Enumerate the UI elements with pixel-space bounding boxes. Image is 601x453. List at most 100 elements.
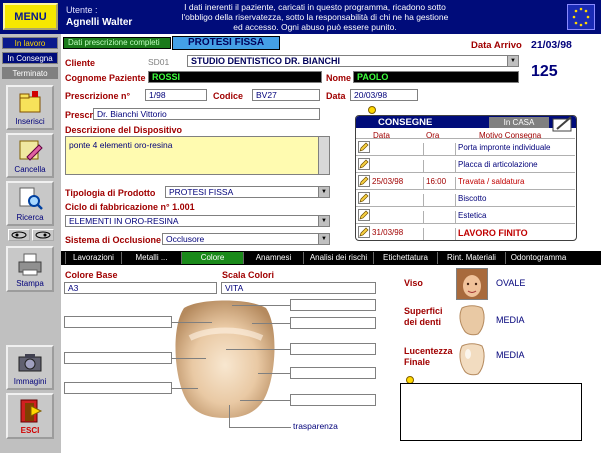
product-type-label: Tipologia di Prodotto [65,188,156,198]
status-in-lavoro[interactable]: In lavoro [2,37,58,49]
status-terminato[interactable]: Terminato [2,67,58,79]
pencil-icon[interactable] [358,209,370,221]
zone-field-right-1[interactable] [290,299,376,311]
client-name: STUDIO DENTISTICO DR. BIANCHI [191,56,341,66]
consegna-row[interactable]: Placca di articolazione [356,155,575,172]
product-type-select[interactable]: PROTESI FISSA ▼ [165,186,330,198]
user-label: Utente : [66,5,98,15]
pencil-icon[interactable] [358,175,370,187]
prescriber-field[interactable]: Dr. Bianchi Vittorio [93,108,320,120]
tab-lavorazioni[interactable]: Lavorazioni [65,252,121,264]
print-label: Stampa [16,279,44,288]
consegna-reason: Porta impronte individuale [458,143,551,152]
prescription-no-field[interactable]: 1/98 [145,89,207,101]
status-in-consegna[interactable]: In Consegna [2,52,58,64]
menu-button[interactable]: MENU [3,3,58,30]
notes-textarea[interactable] [400,383,582,441]
tab-dati-prescrizione[interactable]: Dati prescrizione completi [63,37,171,49]
chevron-down-icon[interactable]: ▼ [507,56,518,66]
consegna-date [372,194,424,206]
zone-field-left-2[interactable] [64,352,172,364]
pencil-icon[interactable] [358,158,370,170]
tab-metalli[interactable]: Metalli ... [121,252,181,264]
device-desc-textarea[interactable]: ponte 4 elementi oro-resina [65,136,330,175]
pin-icon [368,106,376,114]
leader-line [252,323,290,324]
consegna-date [372,143,424,155]
name-field[interactable]: PAOLO [353,71,519,83]
tab-anamnesi[interactable]: Anamnesi [243,252,303,264]
leader-line [232,305,290,306]
occlusion-value: Occlusore [166,234,205,244]
consegne-title: CONSEGNE [378,117,433,128]
privacy-notice: I dati inerenti il paziente, caricati in… [181,2,449,32]
zone-field-left-1[interactable] [64,316,172,328]
arrival-date-value: 21/03/98 [531,39,572,51]
consegne-rows: Porta impronte individuale Placca di arti… [356,138,575,240]
next-record-icon[interactable] [32,229,54,241]
pencil-icon[interactable] [358,141,370,153]
leader-line [172,322,212,323]
consegna-row[interactable]: 31/03/98 LAVORO FINITO [356,223,575,240]
tab-colore[interactable]: Colore [181,252,243,264]
exit-door-icon [20,399,43,423]
zone-field-right-5[interactable] [290,394,376,406]
exit-button[interactable]: ESCI [6,393,54,439]
chevron-down-icon[interactable]: ▼ [318,234,329,244]
date-label: Data [326,91,346,101]
delete-button[interactable]: Cancella [6,133,54,178]
tab-odontogramma[interactable]: Odontogramma [505,252,571,264]
consegna-row[interactable]: Estetica [356,206,575,223]
consegna-time: 16:00 [426,177,456,189]
cycle-label: Ciclo di fabbricazione n° 1.001 [65,202,195,212]
occlusion-select[interactable]: Occlusore ▼ [162,233,330,245]
pencil-icon[interactable] [358,192,370,204]
writing-hand-icon[interactable] [551,115,575,133]
prev-record-icon[interactable] [8,229,30,241]
consegna-row[interactable]: Biscotto [356,189,575,206]
leader-line [172,358,206,359]
printer-icon [18,253,42,276]
date-field[interactable]: 20/03/98 [350,89,418,101]
consegna-time [426,228,456,240]
delete-label: Cancella [14,165,46,174]
folder-add-icon [19,91,41,113]
chevron-down-icon[interactable]: ▼ [318,187,329,197]
consegna-reason: Placca di articolazione [458,160,538,169]
zone-field-right-3[interactable] [290,343,376,355]
prescription-no-label: Prescrizione n° [65,91,131,101]
search-button[interactable]: Ricerca [6,181,54,226]
surfaces-label: Superfici dei denti [404,306,443,327]
cycle-value: ELEMENTI IN ORO-RESINA [69,216,179,226]
leader-line [226,349,290,350]
zone-field-right-4[interactable] [290,367,376,379]
tab-etichettatura[interactable]: Etichettatura [373,252,437,264]
client-select[interactable]: STUDIO DENTISTICO DR. BIANCHI ▼ [187,55,519,67]
color-scale-field[interactable]: VITA [221,282,376,294]
tooth-surface-icon [456,304,488,336]
eraser-icon [19,140,43,161]
print-button[interactable]: Stampa [6,246,54,292]
transparency-label: trasparenza [293,421,338,431]
insert-button[interactable]: Inserisci [6,85,54,130]
leader-line [258,373,290,374]
consegna-row[interactable]: Porta impronte individuale [356,138,575,155]
images-button[interactable]: Immagini [6,345,54,390]
pencil-icon[interactable] [358,226,370,238]
consegna-row[interactable]: 25/03/98 16:00 Travata / saldatura [356,172,575,189]
device-desc-label: Descrizione del Dispositivo [65,125,183,135]
tab-rint-materiali[interactable]: Rint. Materiali [437,252,505,264]
surname-field[interactable]: ROSSI [148,71,322,83]
device-desc-text: ponte 4 elementi oro-resina [69,140,173,150]
code-field[interactable]: BV27 [252,89,320,101]
textarea-scrollbar[interactable] [318,137,329,174]
zone-field-left-3[interactable] [64,382,172,394]
cycle-select[interactable]: ELEMENTI IN ORO-RESINA ▼ [65,215,330,227]
chevron-down-icon[interactable]: ▼ [318,216,329,226]
tab-row: Lavorazioni Metalli ... Colore Anamnesi Anal… [61,251,601,265]
tab-analisi-dei-rischi[interactable]: Analisi dei rischi [303,252,373,264]
base-color-field[interactable]: A3 [64,282,217,294]
in-casa-button[interactable]: In CASA [489,117,549,128]
zone-field-right-2[interactable] [290,317,376,329]
surfaces-value: MEDIA [496,315,525,325]
